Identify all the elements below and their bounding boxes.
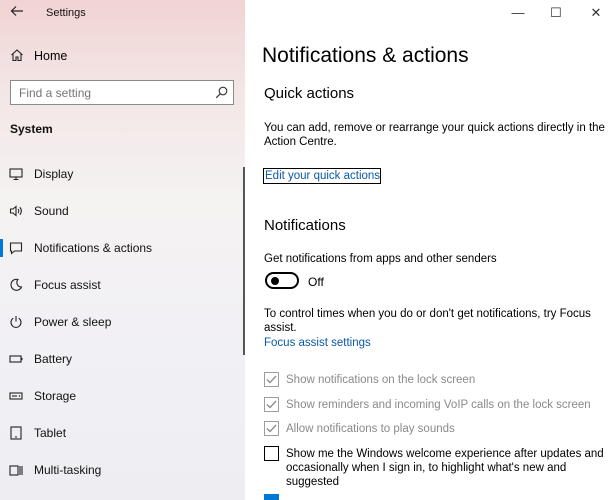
focus-assist-description: To control times when you do or don't ge…	[264, 308, 591, 334]
sidebar-item-label: Notifications & actions	[34, 241, 153, 255]
title-bar: Settings	[0, 0, 245, 28]
quick-actions-description: You can add, remove or rearrange your qu…	[264, 122, 605, 148]
sidebar-item-focus-assist[interactable]: Focus assist	[0, 270, 245, 300]
checkbox[interactable]	[264, 397, 279, 412]
sidebar-item-sound[interactable]: Sound	[0, 196, 245, 226]
home-icon	[11, 49, 23, 62]
search-icon[interactable]	[215, 86, 228, 99]
page-title: Notifications & actions	[262, 44, 469, 67]
notifications-heading: Notifications	[264, 217, 346, 234]
sidebar-item-battery[interactable]: Battery	[0, 344, 245, 374]
settings-window: Settings Home System Display	[0, 0, 614, 500]
sidebar-item-storage[interactable]: Storage	[0, 381, 245, 411]
maximize-button[interactable]: ☐	[548, 5, 564, 21]
edit-quick-actions-link[interactable]: Edit your quick actions	[263, 168, 382, 184]
sidebar-item-display[interactable]: Display	[0, 159, 245, 189]
sidebar-item-label: Storage	[34, 389, 77, 403]
app-title: Settings	[46, 7, 86, 19]
checkbox-label: Show me the Windows welcome experience a…	[286, 448, 604, 488]
power-icon	[10, 316, 22, 328]
battery-icon	[9, 355, 23, 363]
checkmark-icon	[266, 400, 277, 409]
sidebar-item-power-sleep[interactable]: Power & sleep	[0, 307, 245, 337]
checkbox[interactable]	[264, 494, 279, 500]
monitor-icon	[9, 168, 23, 181]
back-button[interactable]	[8, 4, 26, 22]
sidebar-item-label: Power & sleep	[34, 315, 112, 329]
main-content: — ☐ ✕ Notifications & actions Quick acti…	[245, 0, 614, 500]
storage-icon	[9, 392, 23, 400]
section-label-system: System	[10, 122, 53, 136]
tablet-icon	[10, 426, 22, 440]
checkbox[interactable]	[264, 372, 279, 387]
home-label: Home	[34, 49, 68, 63]
checkbox[interactable]	[264, 446, 279, 461]
notifications-toggle-label: Get notifications from apps and other se…	[264, 253, 497, 265]
sidebar: Settings Home System Display	[0, 0, 245, 500]
checkbox[interactable]	[264, 421, 279, 436]
sidebar-item-label: Tablet	[34, 426, 67, 440]
checkbox-label: Allow notifications to play sounds	[286, 423, 455, 435]
toggle-knob	[271, 277, 279, 285]
sidebar-item-label: Focus assist	[34, 278, 101, 292]
back-arrow-icon	[10, 6, 23, 16]
speaker-icon	[9, 205, 22, 217]
search-input[interactable]	[19, 86, 199, 100]
sidebar-item-tablet[interactable]: Tablet	[0, 418, 245, 448]
search-box[interactable]	[10, 80, 234, 105]
notifications-toggle[interactable]	[265, 272, 299, 289]
quick-actions-heading: Quick actions	[264, 85, 355, 102]
sidebar-item-notifications[interactable]: Notifications & actions	[0, 233, 245, 263]
toggle-state-label: Off	[308, 275, 324, 289]
checkmark-icon	[266, 375, 277, 384]
minimize-button[interactable]: —	[510, 5, 526, 21]
moon-icon	[10, 278, 23, 291]
close-button[interactable]: ✕	[588, 5, 604, 21]
checkmark-icon	[266, 424, 277, 433]
sidebar-item-label: Battery	[34, 352, 73, 366]
window-controls: — ☐ ✕	[484, 0, 614, 28]
focus-assist-settings-link[interactable]: Focus assist settings	[264, 337, 371, 349]
sidebar-item-label: Display	[34, 167, 74, 181]
sidebar-item-label: Sound	[34, 204, 69, 218]
sidebar-item-multitasking[interactable]: Multi-tasking	[0, 455, 245, 485]
sidebar-item-label: Multi-tasking	[34, 463, 102, 477]
checkbox-label: Show reminders and incoming VoIP calls o…	[286, 399, 591, 411]
multitasking-icon	[9, 465, 23, 476]
sidebar-item-home[interactable]: Home	[0, 44, 245, 68]
checkbox-label: Show notifications on the lock screen	[286, 374, 476, 386]
notification-icon	[9, 242, 23, 255]
